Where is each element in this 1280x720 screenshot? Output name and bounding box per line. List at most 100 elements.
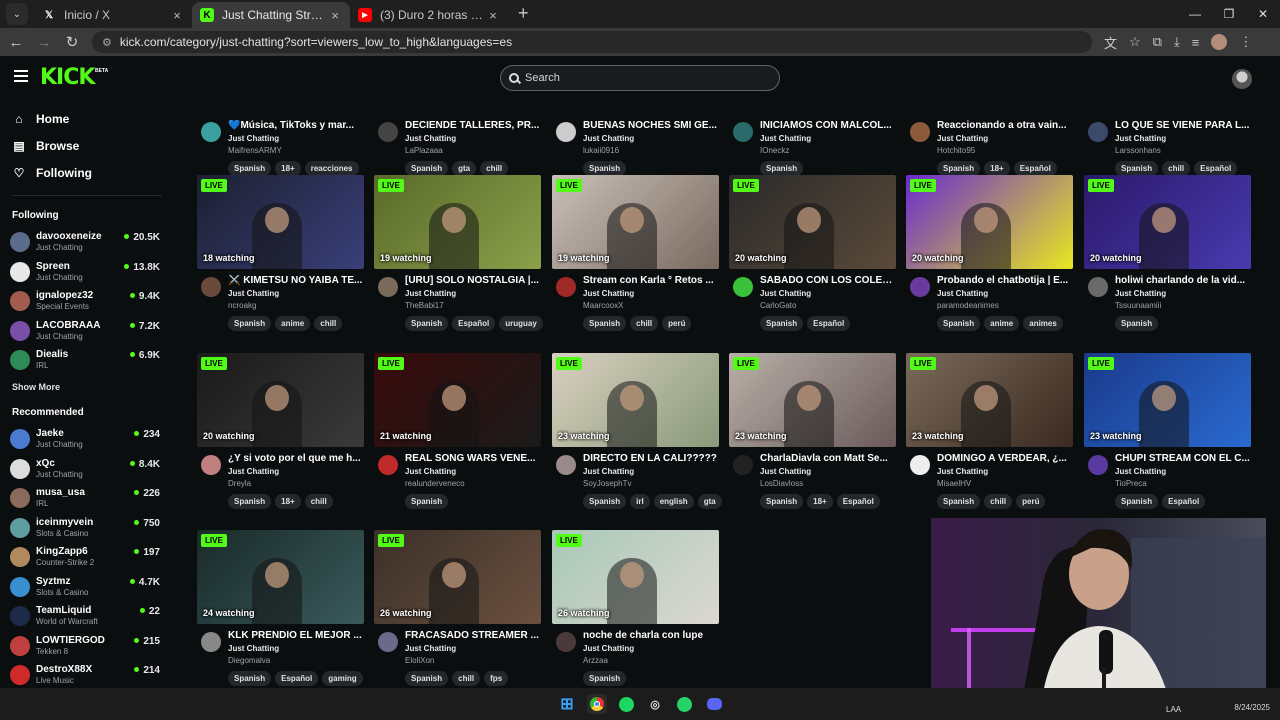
kick-logo[interactable]: KICK: [40, 65, 95, 90]
tag-pill[interactable]: Spanish: [760, 494, 804, 509]
stream-category[interactable]: Just Chatting: [937, 134, 988, 143]
stream-thumbnail[interactable]: LIVE 24 watching: [197, 530, 364, 624]
channel-name[interactable]: ncroakg: [228, 301, 256, 310]
stream-thumbnail[interactable]: LIVE 20 watching: [1084, 175, 1251, 269]
stream-thumbnail[interactable]: LIVE 23 watching: [729, 353, 896, 447]
menu-icon[interactable]: ⋮: [1239, 34, 1252, 50]
stream-title[interactable]: 💙Música, TikToks y mar...: [228, 120, 364, 131]
show-more-button[interactable]: Show More: [12, 382, 60, 392]
tag-pill[interactable]: uruguay: [499, 316, 543, 331]
stream-title[interactable]: ¿Y si voto por el que me h...: [228, 453, 364, 464]
tag-pill[interactable]: Spanish: [405, 316, 449, 331]
stream-category[interactable]: Just Chatting: [583, 289, 634, 298]
tag-pill[interactable]: Español: [1162, 494, 1206, 509]
channel-name[interactable]: MaarcooxX: [583, 301, 623, 310]
tag-pill[interactable]: Spanish: [583, 671, 627, 686]
tag-pill[interactable]: 18+: [275, 494, 301, 509]
stream-title[interactable]: INICIAMOS CON MALCOL...: [760, 120, 896, 131]
stream-category[interactable]: Just Chatting: [228, 644, 279, 653]
stream-thumbnail[interactable]: LIVE 23 watching: [552, 353, 719, 447]
tag-pill[interactable]: gaming: [322, 671, 363, 686]
channel-avatar[interactable]: [556, 122, 576, 142]
tag-pill[interactable]: Español: [1013, 161, 1057, 176]
tag-pill[interactable]: Spanish: [1115, 316, 1159, 331]
discord-icon[interactable]: [704, 694, 724, 714]
profile-avatar[interactable]: [1211, 34, 1228, 50]
stream-category[interactable]: Just Chatting: [760, 134, 811, 143]
bookmark-star-icon[interactable]: ☆: [1129, 34, 1141, 50]
channel-avatar[interactable]: [201, 277, 221, 297]
channel-name[interactable]: realunderveneco: [405, 479, 465, 488]
forward-icon[interactable]: →: [32, 30, 56, 54]
tag-pill[interactable]: chill: [480, 161, 509, 176]
stream-category[interactable]: Just Chatting: [405, 644, 456, 653]
tag-pill[interactable]: gta: [697, 494, 722, 509]
stream-title[interactable]: [URU] SOLO NOSTALGIA |...: [405, 275, 541, 286]
stream-title[interactable]: CHUPI STREAM CON EL C...: [1115, 453, 1251, 464]
tag-pill[interactable]: irl: [630, 494, 650, 509]
channel-name[interactable]: MaifrensARMY: [228, 146, 282, 155]
stream-title[interactable]: SABADO CON LOS COLES...: [760, 275, 896, 286]
channel-avatar[interactable]: [556, 455, 576, 475]
stream-thumbnail[interactable]: LIVE 23 watching: [1084, 353, 1251, 447]
app-icon[interactable]: ◎: [645, 694, 665, 714]
translate-icon[interactable]: 文: [1104, 33, 1117, 52]
tag-pill[interactable]: reacciones: [304, 161, 359, 176]
spotify-icon[interactable]: [616, 694, 636, 714]
tag-pill[interactable]: Spanish: [583, 494, 627, 509]
tag-pill[interactable]: Spanish: [228, 671, 272, 686]
tag-pill[interactable]: Spanish: [583, 316, 627, 331]
tag-pill[interactable]: animes: [1023, 316, 1063, 331]
channel-name[interactable]: TheBabi17: [405, 301, 444, 310]
channel-avatar[interactable]: [1088, 455, 1108, 475]
user-avatar[interactable]: [1232, 69, 1252, 89]
channel-avatar[interactable]: [201, 632, 221, 652]
site-info-icon[interactable]: ⚙: [102, 36, 112, 49]
channel-name[interactable]: Tssuunaamiii: [1115, 301, 1161, 310]
clock-date[interactable]: 8/24/2025: [1234, 692, 1270, 712]
stream-category[interactable]: Just Chatting: [1115, 134, 1166, 143]
restore-icon[interactable]: ❐: [1212, 0, 1246, 28]
channel-avatar[interactable]: [556, 632, 576, 652]
stream-category[interactable]: Just Chatting: [405, 134, 456, 143]
tag-pill[interactable]: 18+: [275, 161, 301, 176]
tag-pill[interactable]: Spanish: [228, 316, 272, 331]
tag-pill[interactable]: Español: [807, 316, 851, 331]
stream-category[interactable]: Just Chatting: [937, 467, 988, 476]
tag-pill[interactable]: Spanish: [937, 494, 981, 509]
stream-category[interactable]: Just Chatting: [405, 289, 456, 298]
sidebar-channel[interactable]: ignalopez32 Special Events 9.4K: [10, 288, 160, 316]
stream-category[interactable]: Just Chatting: [1115, 467, 1166, 476]
sidebar-channel[interactable]: Syztmz Slots & Casino 4.7K: [10, 574, 160, 602]
tag-pill[interactable]: chill: [314, 316, 343, 331]
sidebar-item-home[interactable]: ⌂ Home: [12, 109, 69, 129]
tag-pill[interactable]: anime: [275, 316, 311, 331]
tag-pill[interactable]: chill: [1162, 161, 1191, 176]
search-input[interactable]: Search: [500, 65, 780, 91]
stream-thumbnail[interactable]: LIVE 23 watching: [906, 353, 1073, 447]
stream-title[interactable]: BUENAS NOCHES SMI GE...: [583, 120, 719, 131]
sidebar-channel[interactable]: davooxeneize Just Chatting 20.5K: [10, 229, 160, 257]
stream-category[interactable]: Just Chatting: [583, 644, 634, 653]
sidebar-channel[interactable]: TeamLiquid World of Warcraft 22: [10, 603, 160, 631]
tag-pill[interactable]: Español: [836, 494, 880, 509]
stream-category[interactable]: Just Chatting: [583, 134, 634, 143]
hamburger-menu-icon[interactable]: [14, 70, 28, 82]
channel-avatar[interactable]: [910, 455, 930, 475]
stream-thumbnail[interactable]: LIVE 20 watching: [906, 175, 1073, 269]
tag-pill[interactable]: chill: [304, 494, 333, 509]
stream-title[interactable]: LO QUE SE VIENE PARA L...: [1115, 120, 1251, 131]
channel-name[interactable]: SoyJosephTv: [583, 479, 631, 488]
stream-thumbnail[interactable]: LIVE 21 watching: [374, 353, 541, 447]
sidebar-channel[interactable]: iceinmyvein Slots & Casino 750: [10, 515, 160, 543]
channel-name[interactable]: CarloGato: [760, 301, 796, 310]
stream-title[interactable]: holiwi charlando de la vid...: [1115, 275, 1251, 286]
channel-avatar[interactable]: [201, 122, 221, 142]
extensions-icon[interactable]: ⧉: [1153, 34, 1162, 50]
channel-avatar[interactable]: [201, 455, 221, 475]
tag-pill[interactable]: chill: [984, 494, 1013, 509]
tag-pill[interactable]: Español: [275, 671, 319, 686]
stream-thumbnail[interactable]: LIVE 20 watching: [729, 175, 896, 269]
stream-category[interactable]: Just Chatting: [1115, 289, 1166, 298]
stream-category[interactable]: Just Chatting: [228, 289, 279, 298]
